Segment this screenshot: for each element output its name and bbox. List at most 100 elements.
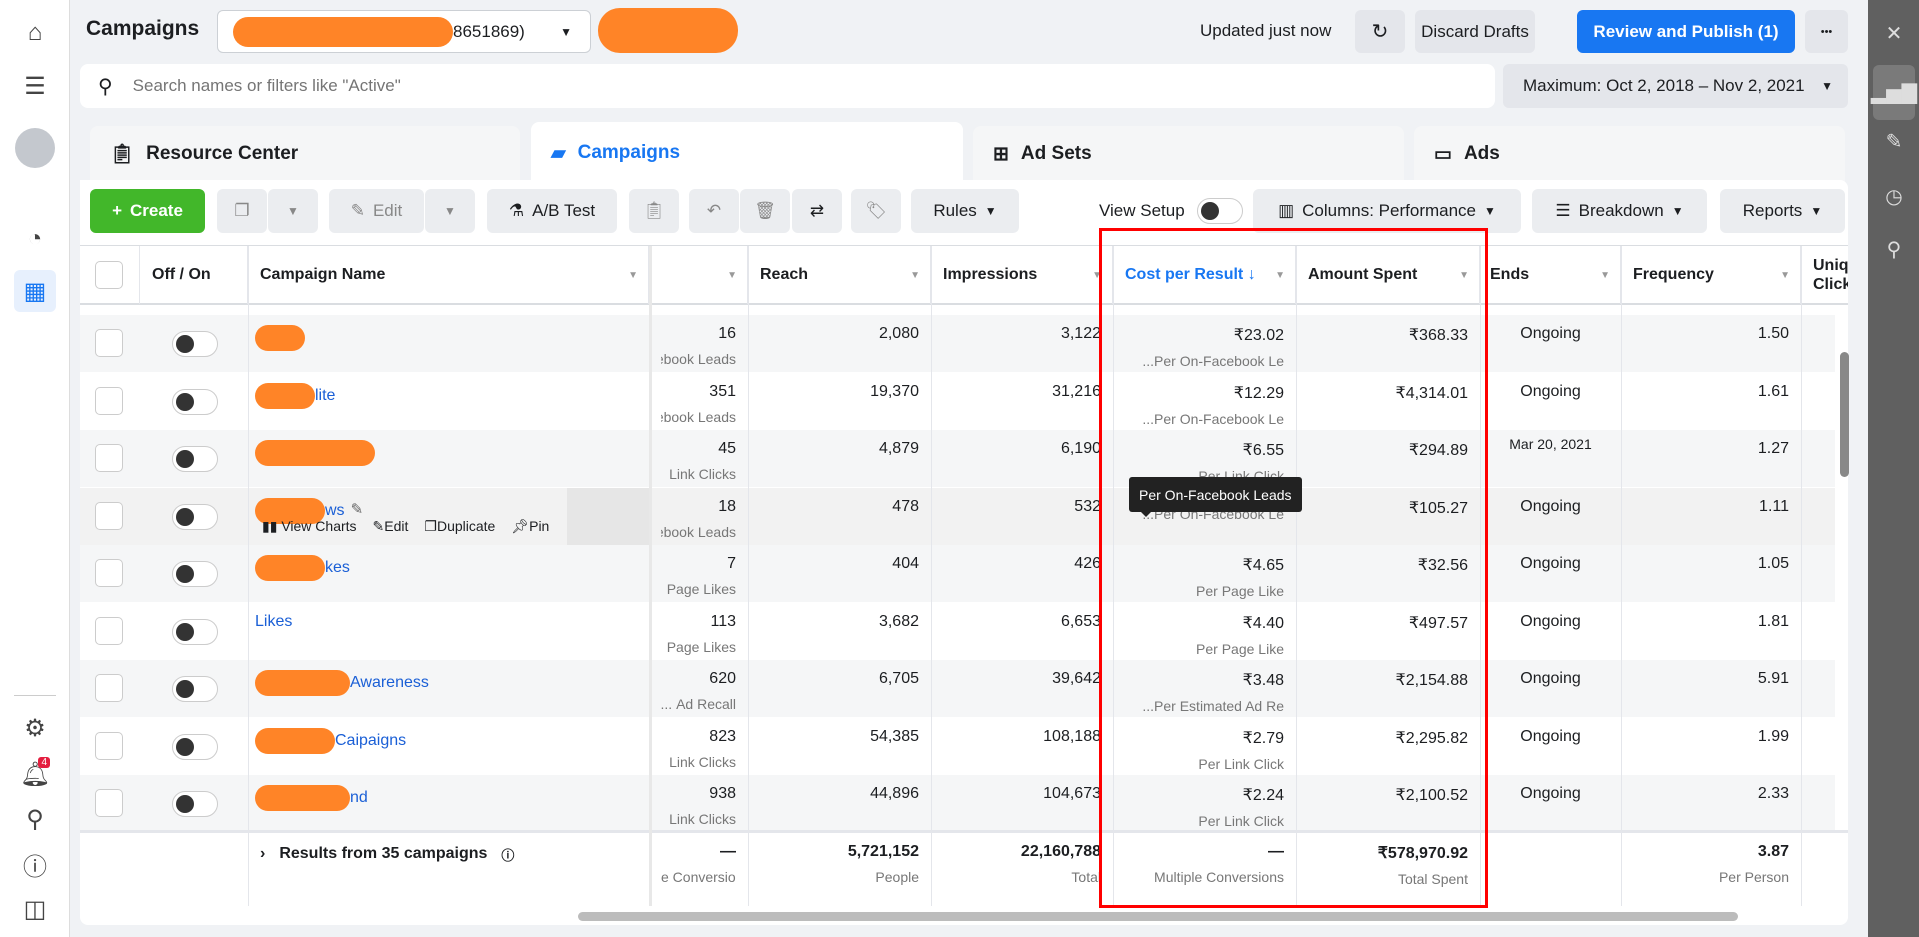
columns-dropdown[interactable]: ▥ Columns: Performance ▼	[1253, 189, 1521, 233]
horizontal-scrollbar[interactable]	[578, 912, 1738, 921]
campaign-toggle[interactable]	[172, 388, 218, 415]
col-unique-clicks[interactable]: Uniqu Click	[1801, 246, 1848, 304]
duplicate-dropdown[interactable]: ▼	[268, 189, 318, 233]
review-publish-button[interactable]: Review and Publish (1)	[1577, 10, 1795, 53]
tab-ad-sets[interactable]: ⊞ Ad Sets	[973, 126, 1404, 182]
totals-expander[interactable]: › Results from 35 campaigns ⓘ	[260, 845, 514, 864]
campaign-toggle[interactable]	[172, 561, 218, 587]
edit-dropdown[interactable]: ▼	[425, 189, 475, 233]
table-row[interactable]: Awareness 620 Ad Recall ... 6,705 39,642 ₹3.4…	[80, 660, 1835, 717]
table-row[interactable]: Caipaigns 823 Link Clicks 54,385 108,188 ₹2.7…	[80, 717, 1835, 775]
tag-button[interactable]: 🏷︎	[851, 189, 901, 233]
ab-test-button[interactable]: ⚗ A/B Test	[487, 189, 617, 233]
create-button[interactable]: + Create	[90, 189, 205, 233]
clock-icon[interactable]: ◷	[1873, 175, 1915, 217]
breakdown-dropdown[interactable]: ☰ Breakdown ▼	[1532, 189, 1707, 233]
campaign-name-link[interactable]	[255, 325, 305, 351]
account-selector[interactable]: 8651869) ▼	[217, 10, 591, 53]
tab-resource-center[interactable]: 📋︎ Resource Center	[90, 126, 520, 182]
table-row[interactable]: nd 938 Link Clicks 44,896 104,673 ₹2.24 Per Li…	[80, 775, 1835, 832]
campaign-toggle[interactable]	[172, 676, 218, 702]
search-bar[interactable]: ⚲	[80, 64, 1495, 108]
row-checkbox[interactable]	[95, 559, 123, 587]
campaign-toggle[interactable]	[172, 733, 218, 760]
duplicate-button[interactable]: ❐	[217, 189, 267, 233]
col-off-on[interactable]: Off / On	[140, 246, 248, 304]
col-reach[interactable]: Reach ▼	[748, 246, 931, 304]
search-icon[interactable]: ⚲	[14, 798, 56, 840]
row-checkbox[interactable]	[95, 789, 123, 817]
search-input[interactable]	[132, 76, 1433, 96]
col-results[interactable]: ▼	[649, 246, 748, 304]
table-row[interactable]: 45 Link Clicks 4,879 6,190 ₹6.55 Per Link Cli…	[80, 430, 1835, 487]
more-options-button[interactable]: •••	[1805, 10, 1848, 53]
edit-button[interactable]: ✎ Edit	[329, 189, 424, 233]
row-checkbox[interactable]	[95, 616, 123, 645]
avatar[interactable]	[14, 127, 56, 169]
refresh-button[interactable]: ↻	[1355, 10, 1405, 53]
campaign-name-link[interactable]: Caipaigns	[255, 727, 406, 754]
col-impressions[interactable]: Impressions ▼	[931, 246, 1113, 304]
table-row[interactable]: 16 ebook Leads 2,080 3,122 ₹23.02 Per On-Face…	[80, 315, 1835, 372]
pencil-icon[interactable]: ✎	[351, 501, 364, 518]
campaign-name-link[interactable]: Likes	[255, 613, 292, 631]
campaign-name-link[interactable]: nd	[255, 785, 368, 811]
duplicate-link[interactable]: ❐Duplicate	[424, 518, 495, 535]
vertical-scrollbar[interactable]	[1840, 352, 1849, 477]
col-ends[interactable]: Ends ▼	[1480, 246, 1621, 304]
view-charts-link[interactable]: ▮▮ View Charts	[262, 518, 357, 535]
rules-dropdown[interactable]: Rules ▼	[911, 189, 1019, 233]
campaign-name-link[interactable]: Awareness	[255, 670, 429, 696]
select-all-checkbox[interactable]	[95, 261, 123, 289]
search-chart-icon[interactable]: ⚲	[1873, 228, 1915, 270]
cell-reach: 6,705	[748, 660, 931, 717]
bell-icon[interactable]: 🔔︎ 4	[14, 753, 56, 795]
campaign-toggle[interactable]	[172, 503, 218, 530]
discard-drafts-button[interactable]: Discard Drafts	[1415, 10, 1535, 53]
delete-button[interactable]: 🗑︎	[740, 189, 790, 233]
col-campaign-name[interactable]: Campaign Name ▼	[248, 246, 649, 304]
gauge-icon[interactable]: ◔	[14, 218, 56, 260]
redacted-name	[255, 727, 335, 754]
row-checkbox[interactable]	[95, 731, 123, 760]
tab-ads[interactable]: ▭ Ads	[1414, 126, 1845, 182]
campaign-name-link[interactable]: kes	[255, 555, 350, 581]
gear-icon[interactable]: ⚙	[14, 707, 56, 749]
panel-toggle-icon[interactable]: ◫	[14, 888, 56, 930]
campaign-name-link[interactable]: lite	[255, 382, 335, 409]
view-setup-toggle[interactable]	[1197, 198, 1243, 224]
pin-link[interactable]: 📌︎Pin	[511, 518, 549, 535]
row-checkbox[interactable]	[95, 444, 123, 472]
reach-value: 2,080	[878, 325, 919, 342]
campaigns-table-icon[interactable]: ▦	[14, 270, 56, 312]
clipboard-button[interactable]: 📋︎	[629, 189, 679, 233]
row-checkbox[interactable]	[95, 501, 123, 530]
home-icon[interactable]: ⌂	[14, 12, 56, 54]
pencil-icon[interactable]: ✎	[1873, 120, 1915, 162]
cell-reach: 2,080	[748, 315, 931, 372]
undo-icon: ↶	[706, 201, 722, 220]
table-row[interactable]: lite 351 ebook Leads 19,370 31,216 ₹12.29 Per …	[80, 372, 1835, 430]
date-range-dropdown[interactable]: Maximum: Oct 2, 2018 – Nov 2, 2021 ▼	[1503, 64, 1848, 108]
help-icon[interactable]: ⓘ	[14, 843, 56, 885]
close-icon[interactable]: ✕	[1873, 12, 1915, 54]
undo-button[interactable]: ↶	[689, 189, 739, 233]
table-row[interactable]: ws ✎ ▮▮ View Charts ✎Edit ❐Duplicate 📌︎Pi…	[80, 487, 1835, 545]
col-frequency[interactable]: Frequency ▼	[1621, 246, 1801, 304]
chart-icon[interactable]: ▂▅▇	[1871, 65, 1917, 120]
table-row[interactable]: Likes 113 Page Likes 3,682 6,653 ₹4.40 Per Pag…	[80, 602, 1835, 660]
campaign-toggle[interactable]	[172, 791, 218, 817]
campaign-toggle[interactable]	[172, 446, 218, 472]
reports-dropdown[interactable]: Reports ▼	[1720, 189, 1845, 233]
menu-icon[interactable]: ☰	[14, 65, 56, 107]
row-checkbox[interactable]	[95, 329, 123, 357]
row-checkbox[interactable]	[95, 386, 123, 415]
export-button[interactable]: ⇄	[792, 189, 842, 233]
row-checkbox[interactable]	[95, 674, 123, 702]
tab-campaigns[interactable]: ▰ Campaigns	[531, 122, 963, 184]
edit-link[interactable]: ✎Edit	[373, 518, 409, 535]
table-row[interactable]: kes 7 Page Likes 404 426 ₹4.65 Per Page Like ₹3…	[80, 545, 1835, 602]
campaign-name-link[interactable]	[255, 440, 375, 466]
campaign-toggle[interactable]	[172, 331, 218, 357]
campaign-toggle[interactable]	[172, 618, 218, 645]
